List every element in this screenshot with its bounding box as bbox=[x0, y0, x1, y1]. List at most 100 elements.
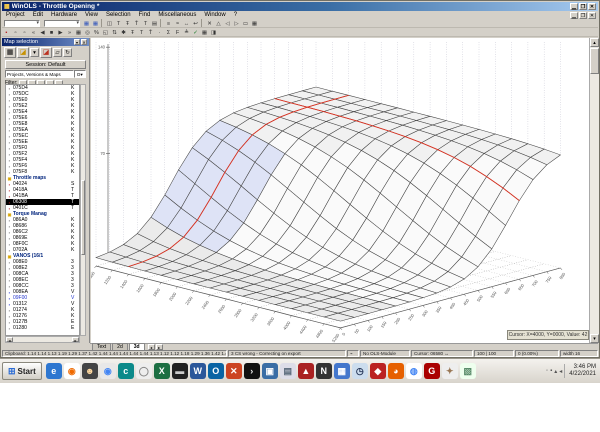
scroll-right-icon[interactable]: ▸ bbox=[72, 337, 79, 343]
toolbar-icon[interactable]: ▭ bbox=[241, 19, 250, 27]
chrome-icon[interactable]: ◉ bbox=[99, 363, 116, 379]
scrollbar-thumb[interactable] bbox=[590, 48, 599, 74]
toolbar-icon[interactable]: · bbox=[155, 28, 164, 36]
session-button[interactable]: Session: Default bbox=[5, 60, 86, 69]
folder-icon[interactable]: ▣ bbox=[261, 363, 278, 379]
tool-red-icon[interactable]: ▲ bbox=[297, 363, 314, 379]
scrollbar-thumb[interactable] bbox=[81, 180, 85, 255]
toolbar-icon[interactable]: Σ bbox=[164, 28, 173, 36]
toolbar-icon[interactable]: % bbox=[92, 28, 101, 36]
toolbar-icon[interactable]: T bbox=[114, 19, 123, 27]
toolbar-icon[interactable]: ▫ bbox=[11, 28, 20, 36]
toolbar-icon[interactable]: ◀ bbox=[38, 28, 47, 36]
mdi-minimize-icon[interactable]: ▁ bbox=[570, 11, 578, 19]
toolbar-icon[interactable]: Ť bbox=[132, 19, 141, 27]
excel-icon[interactable]: X bbox=[153, 363, 170, 379]
toolbar-icon[interactable]: Ť bbox=[146, 28, 155, 36]
dropdown-arrow-icon[interactable]: ▾ bbox=[30, 48, 39, 57]
list-vertical-scrollbar[interactable] bbox=[80, 84, 86, 336]
wrench-icon[interactable]: ✦ bbox=[441, 363, 458, 379]
toolbar-icon[interactable]: ▫ bbox=[20, 28, 29, 36]
toolbar-icon[interactable]: ◨ bbox=[209, 28, 218, 36]
properties-icon[interactable]: ▱ bbox=[53, 48, 62, 57]
toolbar-icon[interactable]: T bbox=[137, 28, 146, 36]
scroll-up-icon[interactable]: ▴ bbox=[590, 38, 599, 47]
toolbar-icon[interactable]: ⇅ bbox=[110, 28, 119, 36]
tab-text[interactable]: Text bbox=[92, 343, 112, 350]
toolbar-icon[interactable]: ↔ bbox=[182, 19, 191, 27]
minimize-icon[interactable]: ▁ bbox=[570, 3, 578, 10]
view-select-suffix-dropdown[interactable]: D▾ bbox=[74, 70, 86, 78]
tab-3d[interactable]: 3d bbox=[128, 343, 145, 350]
toolbar-icon[interactable]: ▷ bbox=[232, 19, 241, 27]
menu-item-project[interactable]: Project bbox=[2, 12, 29, 18]
toolbar-icon[interactable]: ▦ bbox=[74, 28, 83, 36]
toolbar-icon[interactable]: △ bbox=[214, 19, 223, 27]
tray-icon[interactable]: ▴ bbox=[554, 368, 557, 375]
maximize-icon[interactable]: ❐ bbox=[579, 3, 587, 10]
toolbar-icon[interactable]: ▦ bbox=[82, 19, 91, 27]
menu-item-miscellaneous[interactable]: Miscellaneous bbox=[154, 12, 200, 18]
refresh-icon[interactable]: ↻ bbox=[63, 48, 72, 57]
edge-icon[interactable]: c bbox=[117, 363, 134, 379]
close-icon[interactable]: ✕ bbox=[588, 3, 596, 10]
3d-map-view[interactable]: 140 70 1000 1200 1400 1600 1800 2000 2200 2400 260… bbox=[91, 38, 599, 345]
toolbar-icon[interactable]: ◁ bbox=[223, 19, 232, 27]
toolbar-icon[interactable]: » bbox=[65, 28, 74, 36]
doc-icon[interactable]: ▤ bbox=[279, 363, 296, 379]
notes-icon[interactable]: N bbox=[315, 363, 332, 379]
taskbar-clock[interactable]: 3:46 PM 4/22/2021 bbox=[564, 364, 596, 378]
menu-item-selection[interactable]: Selection bbox=[102, 12, 135, 18]
toolbar-icon[interactable]: ▦ bbox=[200, 28, 209, 36]
zoom-combo[interactable] bbox=[4, 19, 40, 27]
toolbar-icon[interactable]: ◱ bbox=[101, 28, 110, 36]
toolbar-icon[interactable]: ✱ bbox=[119, 28, 128, 36]
ie-icon[interactable]: e bbox=[45, 363, 62, 379]
mdi-close-icon[interactable]: ✕ bbox=[588, 11, 596, 19]
pin-icon[interactable]: ▾ bbox=[74, 39, 80, 45]
toolbar-icon[interactable]: « bbox=[29, 28, 38, 36]
chart-vertical-scrollbar[interactable]: ▴ ▾ bbox=[589, 38, 599, 343]
toolbar-icon[interactable]: ✕ bbox=[205, 19, 214, 27]
close-icon[interactable]: ✕ bbox=[81, 39, 87, 45]
scroll-down-icon[interactable]: ▾ bbox=[590, 334, 599, 343]
menu-item-find[interactable]: Find bbox=[135, 12, 155, 18]
browser-orange-icon[interactable]: ◉ bbox=[63, 363, 80, 379]
black-box-icon[interactable]: ▬ bbox=[171, 363, 188, 379]
view-combo[interactable] bbox=[44, 19, 80, 27]
menu-item-hardware[interactable]: Hardware bbox=[47, 12, 81, 18]
3d-surface-plot[interactable]: 140701000 1200 1400 1600 1800 2000 2200 2400 260… bbox=[91, 38, 589, 345]
tray-icon[interactable]: ▪ bbox=[550, 368, 552, 374]
toolbar-icon[interactable]: ▶ bbox=[56, 28, 65, 36]
toolbar-icon[interactable]: ✓ bbox=[191, 28, 200, 36]
toolbar-icon[interactable]: ▦ bbox=[250, 19, 259, 27]
circle-gray-icon[interactable]: ◯ bbox=[135, 363, 152, 379]
toolbar-icon[interactable]: F bbox=[173, 28, 182, 36]
toolbar-icon[interactable]: Ŧ bbox=[123, 19, 132, 27]
panel-titlebar[interactable]: Map selection ▾ ✕ bbox=[2, 38, 89, 46]
toolbar-icon[interactable]: T bbox=[141, 19, 150, 27]
firefox-icon[interactable]: ◕ bbox=[387, 363, 404, 379]
map-row[interactable]: ▪ 01280 E bbox=[6, 325, 79, 331]
chrome-ring-icon[interactable]: ◍ bbox=[405, 363, 422, 379]
start-button[interactable]: ⊞ Start bbox=[2, 362, 42, 380]
toolbar-icon[interactable]: ▪ bbox=[2, 28, 11, 36]
clock-app-icon[interactable]: ◷ bbox=[351, 363, 368, 379]
menu-item-view[interactable]: View bbox=[81, 12, 102, 18]
open-folder-icon[interactable]: ◪ bbox=[17, 47, 29, 58]
terminal-icon[interactable]: › bbox=[243, 363, 260, 379]
ruby-icon[interactable]: ◆ bbox=[369, 363, 386, 379]
window-titlebar[interactable]: ▦ WinOLS - Throttle Opening * ▁ ❐ ✕ bbox=[2, 2, 598, 11]
toolbar-icon[interactable]: Ŧ bbox=[128, 28, 137, 36]
tray-icon[interactable]: ◂ bbox=[559, 368, 562, 375]
tab-2d[interactable]: 2d bbox=[112, 343, 128, 350]
menu-item-window[interactable]: Window bbox=[200, 12, 229, 18]
list-horizontal-scrollbar[interactable]: ◂ ▸ bbox=[5, 336, 80, 343]
word-icon[interactable]: W bbox=[189, 363, 206, 379]
g-app-icon[interactable]: G bbox=[423, 363, 440, 379]
menu-item-[interactable]: ? bbox=[230, 12, 241, 18]
photo-icon[interactable]: ▦ bbox=[333, 363, 350, 379]
menu-item-edit[interactable]: Edit bbox=[29, 12, 47, 18]
toolbar-icon[interactable]: ■ bbox=[47, 28, 56, 36]
toolbar-icon[interactable]: ◫ bbox=[105, 19, 114, 27]
